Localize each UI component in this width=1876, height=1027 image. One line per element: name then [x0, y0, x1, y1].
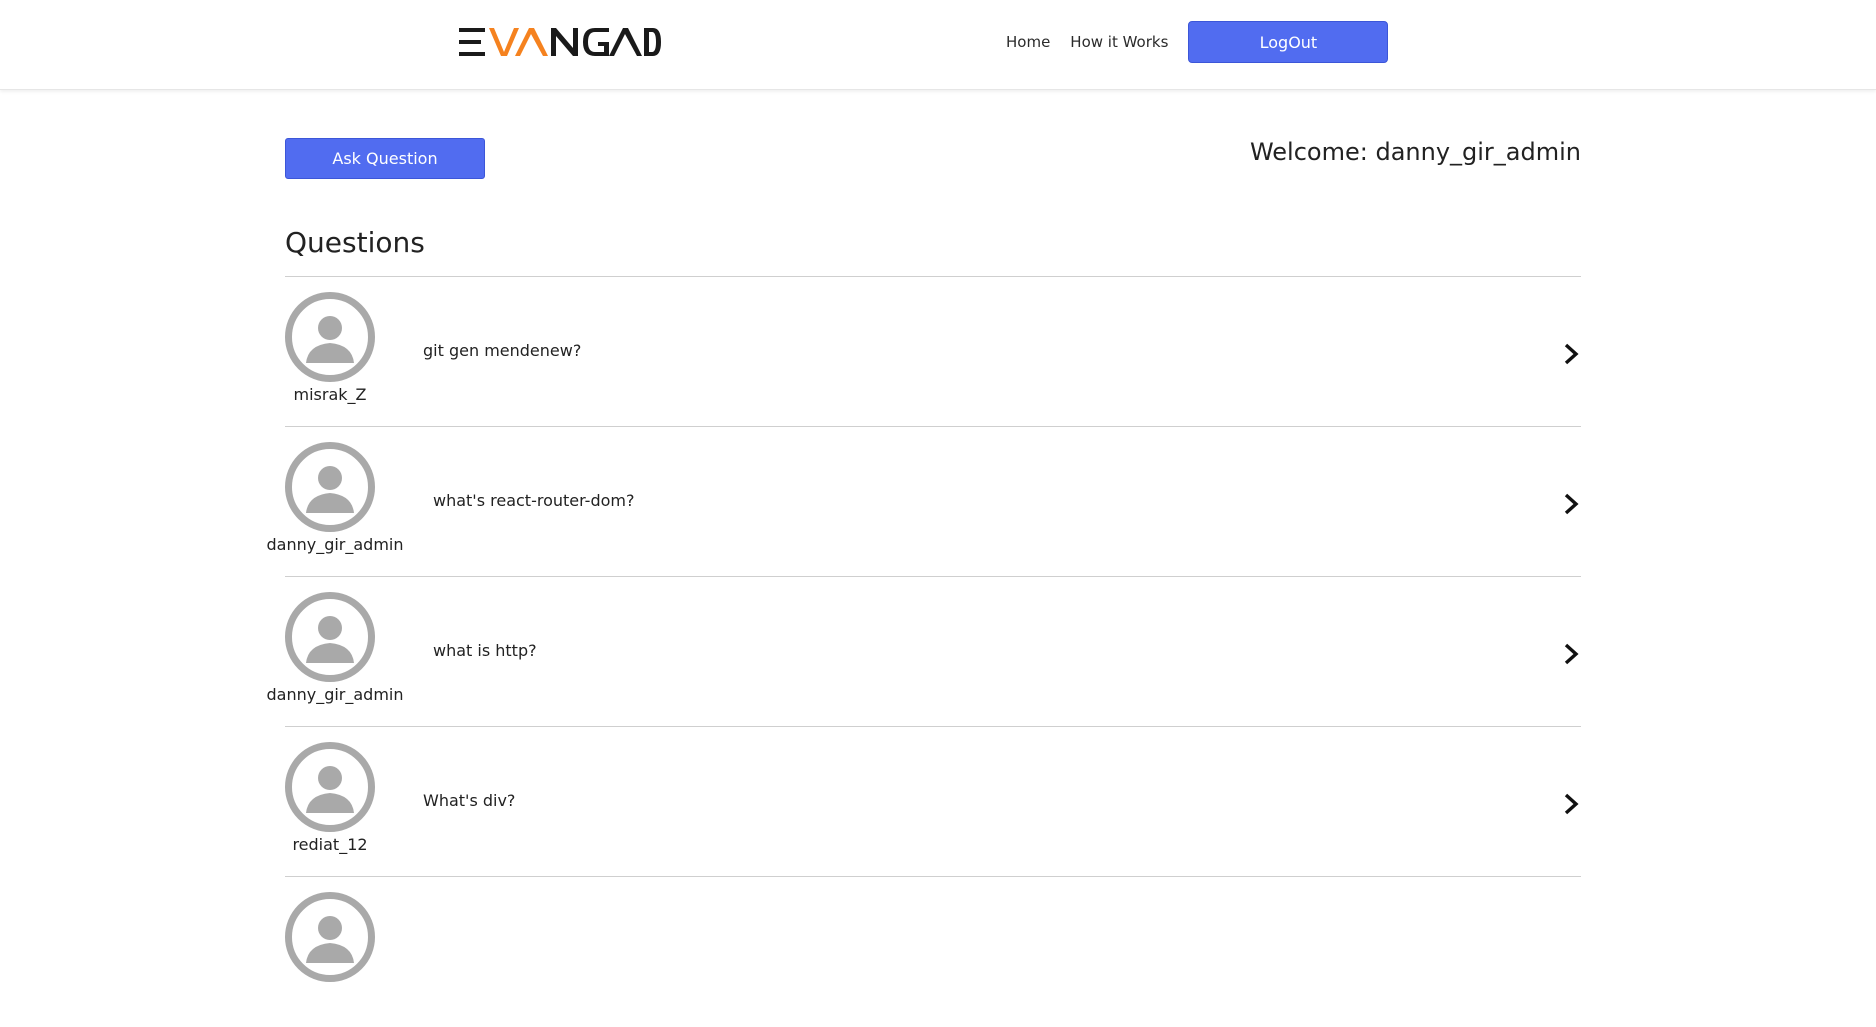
question-row[interactable]: danny_gir_admin what's react-router-dom? [266, 427, 1581, 577]
question-title[interactable]: What's div? [423, 791, 515, 810]
author-username: misrak_Z [293, 385, 367, 404]
question-author: rediat_12 [285, 742, 375, 854]
chevron-right-icon[interactable] [1561, 791, 1581, 817]
user-silhouette-icon [285, 892, 375, 982]
author-username: rediat_12 [292, 835, 368, 854]
logout-button[interactable]: LogOut [1188, 21, 1389, 63]
author-username: danny_gir_admin [266, 685, 404, 704]
site-header: Home How it Works LogOut [0, 0, 1876, 90]
author-username: danny_gir_admin [266, 535, 404, 554]
question-row[interactable]: danny_gir_admin what is http? [266, 577, 1581, 727]
nav-how-it-works-link[interactable]: How it Works [1070, 33, 1168, 51]
evangadi-logo[interactable] [459, 26, 661, 58]
question-title[interactable]: what is http? [433, 641, 537, 660]
question-title[interactable]: what's react-router-dom? [433, 491, 634, 510]
question-row[interactable] [285, 877, 1581, 1027]
question-author: misrak_Z [285, 292, 375, 404]
question-author [285, 892, 375, 982]
ask-question-button[interactable]: Ask Question [285, 138, 485, 179]
user-silhouette-icon [285, 742, 375, 832]
chevron-right-icon[interactable] [1561, 641, 1581, 667]
user-silhouette-icon [285, 292, 375, 382]
user-silhouette-icon [285, 592, 375, 682]
question-author: danny_gir_admin [266, 592, 404, 704]
welcome-message: Welcome: danny_gir_admin [1249, 138, 1581, 166]
question-list: misrak_Z git gen mendenew? danny_gir_adm… [266, 277, 1581, 1027]
user-silhouette-icon [285, 442, 375, 532]
question-title[interactable]: git gen mendenew? [423, 341, 581, 360]
main-nav: Home How it Works LogOut [1000, 21, 1389, 63]
chevron-right-icon[interactable] [1561, 341, 1581, 367]
nav-home-link[interactable]: Home [1006, 33, 1050, 51]
question-author: danny_gir_admin [266, 442, 404, 554]
question-row[interactable]: rediat_12 What's div? [285, 727, 1581, 877]
question-row[interactable]: misrak_Z git gen mendenew? [285, 277, 1581, 427]
chevron-right-icon[interactable] [1561, 491, 1581, 517]
questions-heading: Questions [285, 226, 425, 259]
